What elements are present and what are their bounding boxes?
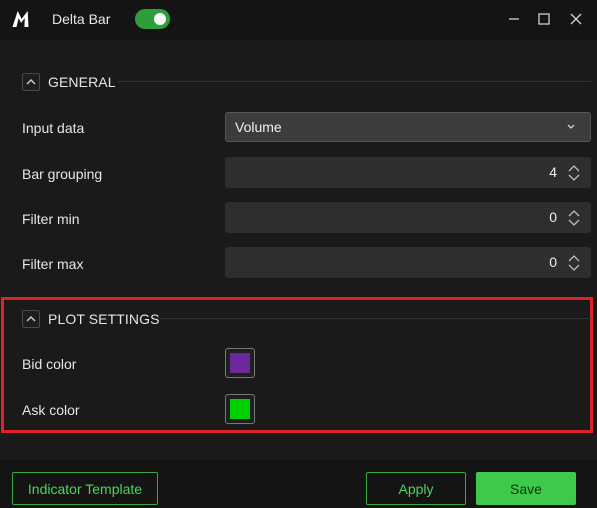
chevron-up-icon <box>26 316 36 322</box>
window-title: Delta Bar <box>52 11 111 27</box>
filter-max-label: Filter max <box>22 256 84 272</box>
apply-button[interactable]: Apply <box>366 472 466 505</box>
ask-color-fill <box>230 399 250 419</box>
chevron-down-icon <box>567 124 575 129</box>
plot-section-title: PLOT SETTINGS <box>48 311 160 327</box>
input-data-value: Volume <box>235 119 282 135</box>
bid-color-label: Bid color <box>22 356 77 372</box>
plot-section-header: PLOT SETTINGS <box>22 309 160 329</box>
filter-min-value: 0 <box>549 209 557 225</box>
filter-max-stepper[interactable]: 0 <box>225 247 591 278</box>
footer: Indicator Template Apply Save <box>0 460 597 508</box>
maximize-icon[interactable] <box>534 9 554 29</box>
input-data-select[interactable]: Volume <box>225 112 591 142</box>
bar-grouping-value: 4 <box>549 164 557 180</box>
ask-color-swatch[interactable] <box>225 394 255 424</box>
indicator-template-button[interactable]: Indicator Template <box>12 472 158 505</box>
section-divider <box>118 81 591 82</box>
collapse-plot-button[interactable] <box>22 310 40 328</box>
spinner-icon[interactable] <box>567 208 581 228</box>
close-icon[interactable] <box>566 9 586 29</box>
bid-color-swatch[interactable] <box>225 348 255 378</box>
chevron-up-icon <box>26 79 36 85</box>
bar-grouping-label: Bar grouping <box>22 166 103 182</box>
spinner-icon[interactable] <box>567 163 581 183</box>
filter-min-stepper[interactable]: 0 <box>225 202 591 233</box>
general-section-title: GENERAL <box>48 74 116 90</box>
collapse-general-button[interactable] <box>22 73 40 91</box>
settings-panel: GENERAL Input data Volume Bar grouping 4… <box>0 40 597 460</box>
enable-toggle[interactable] <box>135 9 170 29</box>
spinner-icon[interactable] <box>567 253 581 273</box>
filter-max-value: 0 <box>549 254 557 270</box>
toggle-knob <box>154 13 166 25</box>
general-section-header: GENERAL <box>22 72 116 92</box>
m-logo-icon <box>10 8 32 30</box>
save-button[interactable]: Save <box>476 472 576 505</box>
minimize-icon[interactable] <box>504 9 524 29</box>
section-divider <box>155 318 591 319</box>
title-bar: Delta Bar <box>0 0 597 40</box>
bid-color-fill <box>230 353 250 373</box>
input-data-label: Input data <box>22 120 85 136</box>
filter-min-label: Filter min <box>22 211 80 227</box>
bar-grouping-stepper[interactable]: 4 <box>225 157 591 188</box>
ask-color-label: Ask color <box>22 402 80 418</box>
